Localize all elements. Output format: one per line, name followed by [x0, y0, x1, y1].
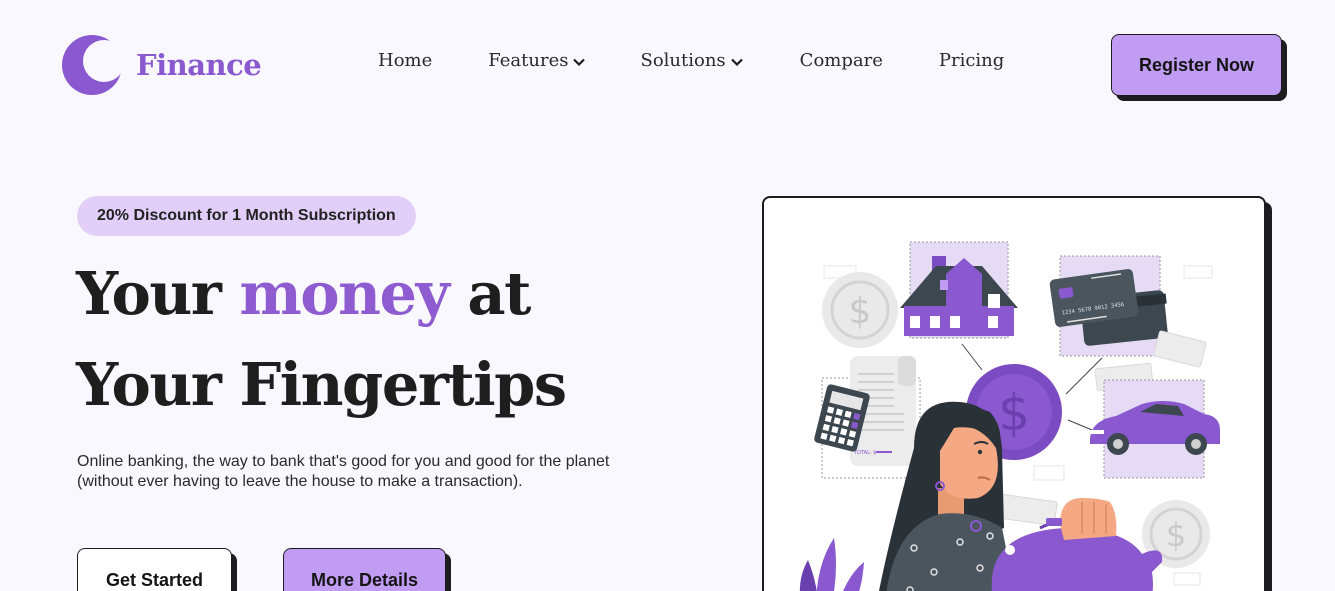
- nav-solutions[interactable]: Solutions: [640, 50, 743, 71]
- nav-features[interactable]: Features: [488, 50, 586, 71]
- nav-compare[interactable]: Compare: [800, 50, 883, 71]
- headline-line2: Your Fingertips: [76, 350, 567, 419]
- headline-accent-word: money: [239, 259, 450, 328]
- hero-description: Online banking, the way to bank that's g…: [77, 453, 610, 490]
- nav-pricing[interactable]: Pricing: [939, 50, 1004, 71]
- hero-headline: Your money at Your Fingertips: [76, 248, 567, 430]
- receipt-total-label: TOTAL: $: [853, 450, 876, 456]
- get-started-button[interactable]: Get Started: [77, 548, 232, 591]
- nav-home[interactable]: Home: [378, 50, 432, 71]
- house-icon: [900, 241, 1018, 339]
- headline-line1-pre: Your: [76, 259, 240, 328]
- car-icon: [1090, 379, 1220, 479]
- nav-solutions-label: Solutions: [640, 50, 726, 71]
- nav-features-label: Features: [488, 50, 569, 71]
- more-details-button[interactable]: More Details: [283, 548, 446, 591]
- svg-text:$: $: [1166, 516, 1186, 554]
- brand-logo[interactable]: Finance: [62, 34, 262, 96]
- svg-text:$: $: [849, 291, 872, 332]
- finance-illustration: $ TOTAL: $ 1234 5678 9012 3456 $ $: [799, 241, 1220, 591]
- nav-pricing-label: Pricing: [938, 50, 1005, 71]
- chevron-down-icon: [730, 58, 743, 67]
- plant-icon: [799, 538, 864, 591]
- credit-card-icon: 1234 5678 9012 3456: [1049, 255, 1168, 357]
- discount-badge: 20% Discount for 1 Month Subscription: [77, 196, 416, 236]
- register-now-button[interactable]: Register Now: [1111, 34, 1282, 96]
- chevron-down-icon: [573, 58, 586, 67]
- hero-illustration-card: $ TOTAL: $ 1234 5678 9012 3456 $ $: [762, 196, 1266, 591]
- headline-line1-post: at: [448, 259, 531, 328]
- nav-home-label: Home: [378, 50, 433, 71]
- svg-text:$: $: [998, 384, 1030, 442]
- brand-name: Finance: [136, 48, 262, 82]
- dollar-coin-icon: $: [822, 272, 898, 348]
- nav-compare-label: Compare: [799, 50, 883, 71]
- main-nav: Home Features Solutions Compare Pricing: [378, 50, 1004, 71]
- crescent-logo-icon: [62, 35, 122, 95]
